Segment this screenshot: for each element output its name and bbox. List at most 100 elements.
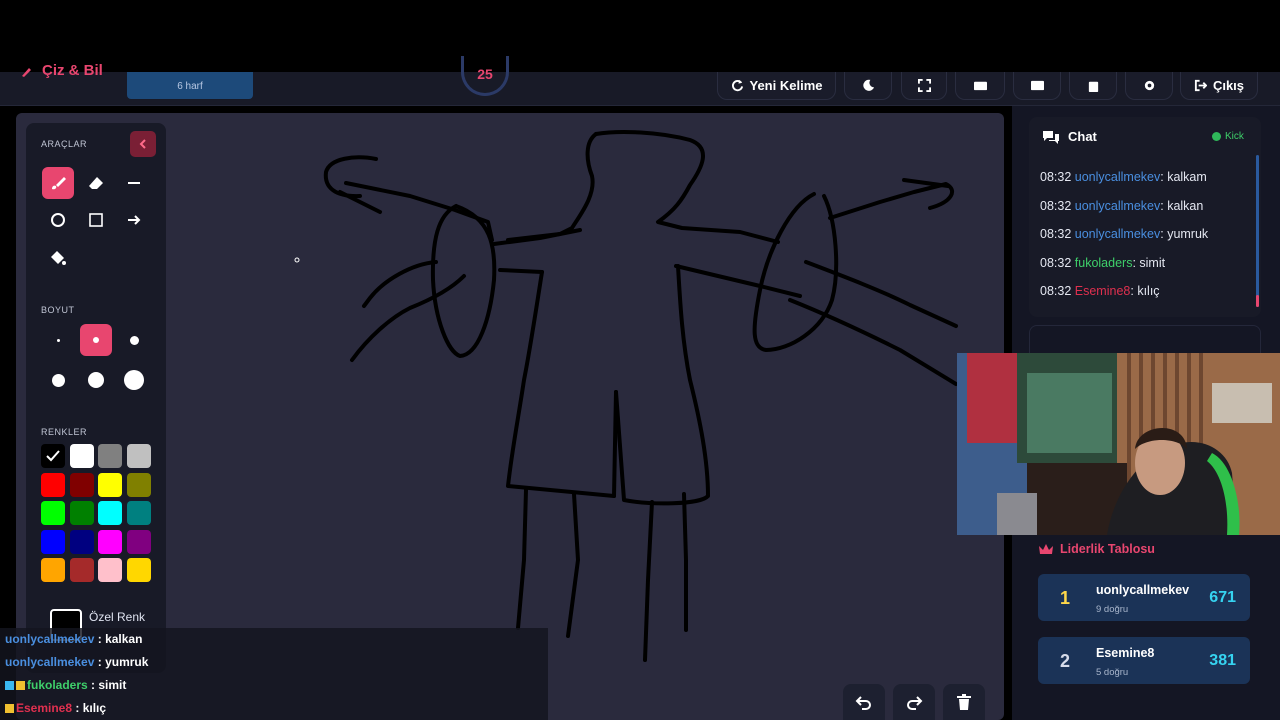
eraser-tool-button[interactable] <box>80 167 112 199</box>
message-user[interactable]: uonlycallmekev <box>1075 199 1160 213</box>
overlay-user: uonlycallmekev <box>5 655 95 669</box>
stroke <box>643 500 654 662</box>
brush-icon <box>52 177 66 190</box>
color-swatch[interactable] <box>41 444 65 468</box>
color-swatch[interactable] <box>41 472 65 497</box>
stroke <box>828 182 954 220</box>
color-swatch[interactable] <box>126 558 151 582</box>
settings-button[interactable] <box>1125 72 1173 100</box>
clear-button[interactable] <box>1069 72 1117 100</box>
undo-button[interactable] <box>843 684 885 720</box>
message-text: simit <box>1139 255 1166 270</box>
badge-icon <box>16 681 25 690</box>
stage: Çiz & Bil 6 harf 25 Yeni Kelime Çıkış AR… <box>0 0 1280 720</box>
message-user[interactable]: fukoladers <box>1075 256 1133 270</box>
line-icon <box>128 182 140 184</box>
color-swatch[interactable] <box>41 558 65 582</box>
entry-correct-count: 5 doğru <box>1096 667 1129 678</box>
fullscreen-icon <box>917 79 931 92</box>
brand-logo[interactable]: Çiz & Bil <box>20 62 103 84</box>
stroke <box>674 264 802 298</box>
stroke <box>498 268 544 274</box>
fill-tool-button[interactable] <box>42 242 74 274</box>
color-swatch[interactable] <box>126 444 151 468</box>
size-dot <box>124 370 144 390</box>
collapse-panel-button[interactable] <box>130 131 156 157</box>
color-swatch[interactable] <box>41 529 65 554</box>
message-user[interactable]: Esemine8 <box>1075 284 1131 298</box>
color-swatch[interactable] <box>98 472 122 497</box>
chat-title: Chat <box>1068 129 1097 144</box>
keyboard-button[interactable] <box>955 72 1005 100</box>
stroke <box>682 492 688 632</box>
message-button[interactable] <box>1013 72 1061 100</box>
chat-message: 08:32 uonlycallmekev: kalkam <box>1040 170 1207 184</box>
clear-canvas-button[interactable] <box>943 684 985 720</box>
circle-icon <box>51 213 65 227</box>
color-swatch[interactable] <box>126 472 151 497</box>
chat-message: 08:32 fukoladers: simit <box>1040 256 1165 270</box>
color-swatch[interactable] <box>69 472 94 497</box>
color-swatch[interactable] <box>98 501 122 525</box>
size-option-5[interactable] <box>80 364 112 396</box>
color-swatch[interactable] <box>69 501 94 525</box>
message-time: 08:32 <box>1040 227 1075 241</box>
color-swatch[interactable] <box>126 529 151 554</box>
check-icon <box>46 450 60 462</box>
size-option-4[interactable] <box>42 364 74 396</box>
size-dot <box>93 337 99 343</box>
color-swatch[interactable] <box>41 501 65 525</box>
color-swatch[interactable] <box>126 501 151 525</box>
message-text: kalkan <box>1167 198 1204 213</box>
exit-icon <box>1194 79 1207 92</box>
size-option-6[interactable] <box>118 364 150 396</box>
leaderboard-entry: 2 Esemine8 5 doğru 381 <box>1038 637 1250 684</box>
color-swatch[interactable] <box>69 529 94 554</box>
message-text: kalkam <box>1167 170 1207 184</box>
color-swatch[interactable] <box>69 558 94 582</box>
rectangle-icon <box>89 213 103 227</box>
circle-tool-button[interactable] <box>42 204 74 236</box>
leaderboard-entry: 1 uonlycallmekev 9 doğru 671 <box>1038 574 1250 621</box>
webcam-feed <box>957 353 1280 535</box>
overlay-separator: : <box>87 678 99 692</box>
chat-scrollbar[interactable] <box>1256 155 1259 307</box>
exit-label: Çıkış <box>1212 78 1245 93</box>
message-time: 08:32 <box>1040 198 1075 213</box>
stroke <box>430 204 497 358</box>
redo-button[interactable] <box>893 684 935 720</box>
chat-bubbles-icon <box>1043 131 1059 144</box>
overlay-text: kalkan <box>105 632 143 646</box>
message-user[interactable]: uonlycallmekev <box>1075 227 1160 241</box>
fullscreen-button[interactable] <box>901 72 947 100</box>
webcam-image <box>957 353 1280 535</box>
color-swatch[interactable] <box>98 529 122 554</box>
exit-button[interactable]: Çıkış <box>1180 72 1258 100</box>
entry-score: 381 <box>1209 652 1236 669</box>
size-option-3[interactable] <box>118 324 150 356</box>
undo-icon <box>855 696 871 710</box>
theme-toggle-button[interactable] <box>844 72 892 100</box>
new-word-button[interactable]: Yeni Kelime <box>717 72 836 100</box>
color-swatch[interactable] <box>69 444 94 468</box>
line-tool-button[interactable] <box>118 167 150 199</box>
size-option-1[interactable] <box>42 324 74 356</box>
color-swatch[interactable] <box>98 558 122 582</box>
overlay-user: Esemine8 <box>16 701 73 715</box>
rectangle-tool-button[interactable] <box>80 204 112 236</box>
refresh-icon <box>731 79 743 92</box>
entry-score: 671 <box>1209 589 1236 606</box>
stroke <box>614 264 710 506</box>
overlay-message: uonlycallmekev : kalkan <box>0 628 548 651</box>
message-user[interactable]: uonlycallmekev <box>1075 170 1160 184</box>
stroke <box>752 192 839 352</box>
size-option-2[interactable] <box>80 324 112 356</box>
arrow-tool-button[interactable] <box>118 204 150 236</box>
scroll-thumb[interactable] <box>1256 295 1259 307</box>
brush-tool-button[interactable] <box>42 167 74 199</box>
entry-rank: 2 <box>1060 651 1071 671</box>
message-time: 08:32 <box>1040 284 1075 298</box>
overlay-message: Esemine8 : kılıç <box>0 697 548 720</box>
color-swatch[interactable] <box>98 444 122 468</box>
overlay-separator: : <box>94 632 106 646</box>
